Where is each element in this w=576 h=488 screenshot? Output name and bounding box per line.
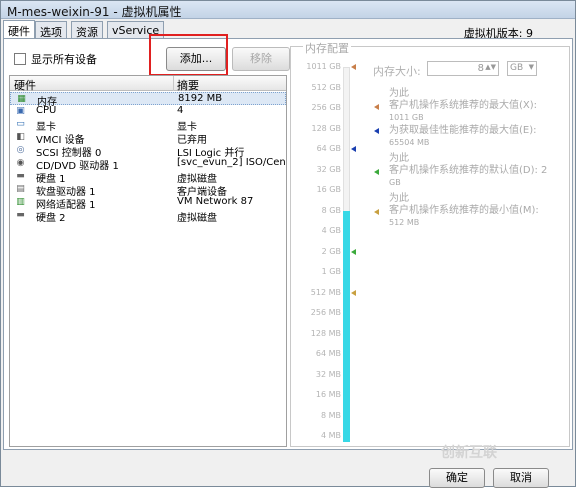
recommendation-legend-icon	[374, 169, 379, 175]
hardware-summary: 8192 MB	[178, 93, 223, 104]
watermark-logo: 创新互联	[441, 445, 497, 461]
recommendation-label: 客户机操作系统推荐的最大值(X):	[389, 100, 538, 111]
memory-icon: ▦	[17, 94, 26, 104]
hardware-name: 硬盘 2	[36, 213, 66, 224]
recommendation-value: 512 MB	[389, 218, 420, 227]
recommendation-label: 为获取最佳性能推荐的最大值(E):	[389, 125, 537, 136]
hardware-row[interactable]: ▥ 网络适配器 1 VM Network 87	[10, 196, 286, 211]
title-bar: M-mes-weixin-91 - 虚拟机属性	[1, 1, 575, 19]
recommendation-marker-icon	[351, 248, 356, 255]
hardware-row[interactable]: ▬ 硬盘 2 虚拟磁盘	[10, 209, 286, 224]
memory-size-label: 内存大小:	[373, 65, 421, 78]
scale-tick-label: 256 GB	[311, 103, 342, 112]
floppy-icon: ▤	[16, 184, 25, 194]
scale-tick-label: 4 MB	[320, 431, 341, 440]
recommendation-text: 为此 客户机操作系统推荐的最大值(X): 1011 GB	[389, 88, 537, 124]
memory-size-value: 8	[477, 63, 484, 74]
memory-slider-fill	[343, 210, 350, 442]
recommendation-prefix: 为此	[389, 88, 409, 99]
properties-window: M-mes-weixin-91 - 虚拟机属性 硬件 选项 资源 vServic…	[0, 0, 576, 488]
recommendation-value: GB	[389, 178, 401, 187]
scale-tick-label: 512 GB	[311, 82, 342, 92]
scale-tick-label: 128 GB	[311, 123, 342, 133]
scale-tick-label: 32 GB	[316, 164, 341, 174]
recommendation-label: 客户机操作系统推荐的最小值(M):	[389, 205, 539, 216]
recommendation-prefix: 为此	[389, 193, 409, 204]
column-hardware: 硬件	[14, 79, 36, 92]
scale-tick-label: 512 MB	[310, 287, 341, 297]
recommendation-marker-icon	[351, 146, 356, 152]
ok-button[interactable]: 确定	[429, 468, 485, 488]
hardware-name: CPU	[36, 105, 57, 116]
hardware-table: 硬件 摘要 ▦ 内存 8192 MB ▣ CPU 4 ▭ 显卡 显卡 ◧ VMCI 设备 已弃用 ◎ SC…	[9, 75, 287, 447]
scale-tick-label: 256 MB	[310, 308, 341, 317]
scsi-icon: ◎	[16, 145, 25, 155]
hardware-summary: 虚拟磁盘	[177, 213, 217, 224]
hardware-summary: 4	[177, 105, 184, 116]
recommendation-legend-icon	[374, 128, 379, 134]
scale-tick-label: 32 MB	[315, 369, 341, 379]
memory-unit-value: GB	[510, 63, 524, 73]
memory-size-spinner[interactable]: 8 ▲▼	[427, 61, 499, 76]
recommendation-label: 客户机操作系统推荐的默认值(D): 2	[389, 165, 548, 176]
scale-tick-label: 16 MB	[315, 390, 341, 399]
vmci-icon: ◧	[16, 132, 25, 142]
column-summary: 摘要	[177, 79, 199, 92]
network-icon: ▥	[16, 197, 25, 207]
hardware-row[interactable]: ▭ 显卡 显卡	[10, 118, 286, 133]
display-icon: ▭	[16, 119, 25, 129]
recommendation-marker-icon	[351, 289, 356, 296]
scale-tick-label: 1011 GB	[306, 62, 341, 71]
scale-tick-label: 128 MB	[310, 328, 341, 338]
hardware-row[interactable]: ▬ 硬盘 1 虚拟磁盘	[10, 170, 286, 185]
highlight-box	[149, 34, 228, 76]
hardware-row[interactable]: ▦ 内存 8192 MB	[10, 92, 286, 108]
cancel-button[interactable]: 取消	[493, 468, 549, 488]
hardware-row[interactable]: ◧ VMCI 设备 已弃用	[10, 131, 286, 146]
scale-tick-label: 64 MB	[315, 349, 341, 358]
cpu-icon: ▣	[16, 106, 25, 116]
disk-icon: ▬	[16, 210, 25, 220]
scale-tick-label: 4 GB	[321, 226, 341, 235]
recommendation-marker-icon	[351, 64, 356, 70]
scale-tick-label: 64 GB	[316, 144, 341, 153]
remove-button[interactable]: 移除	[232, 47, 290, 71]
tab-resources[interactable]: 资源	[71, 21, 103, 39]
recommendation-legend-icon	[374, 104, 379, 110]
memory-unit-select[interactable]: GB ▼	[507, 61, 537, 76]
show-all-devices-label: 显示所有设备	[31, 53, 97, 66]
chevron-down-icon: ▼	[528, 63, 534, 71]
hardware-row[interactable]: ▣ CPU 4	[10, 105, 286, 118]
recommendation-value: 1011 GB	[389, 113, 424, 122]
disk-icon: ▬	[16, 171, 25, 181]
memory-config-title: 内存配置	[303, 40, 351, 56]
scale-tick-label: 1 GB	[321, 267, 341, 276]
hardware-summary: [svc_evun_2] ISO/Cen...	[177, 157, 285, 168]
recommendation-prefix: 为此	[389, 153, 409, 164]
recommendation-value: 65504 MB	[389, 138, 430, 147]
hardware-row[interactable]: ◉ CD/DVD 驱动器 1 [svc_evun_2] ISO/Cen...	[10, 157, 286, 172]
show-all-devices-checkbox[interactable]	[14, 53, 26, 65]
hardware-row[interactable]: ▤ 软盘驱动器 1 客户端设备	[10, 183, 286, 198]
recommendation-text: 为此 客户机操作系统推荐的默认值(D): 2 GB	[389, 153, 547, 189]
scale-tick-label: 16 GB	[316, 185, 341, 194]
hardware-row[interactable]: ◎ SCSI 控制器 0 LSI Logic 并行	[10, 144, 286, 159]
tab-hardware[interactable]: 硬件	[3, 20, 35, 40]
recommendation-text: 为获取最佳性能推荐的最大值(E): 65504 MB	[389, 125, 537, 149]
hardware-summary: VM Network 87	[177, 196, 254, 207]
tab-options[interactable]: 选项	[35, 21, 67, 39]
hardware-table-header: 硬件 摘要	[10, 76, 286, 92]
spinner-arrows-icon[interactable]: ▲▼	[485, 63, 496, 71]
recommendation-text: 为此 客户机操作系统推荐的最小值(M): 512 MB	[389, 193, 539, 229]
scale-tick-label: 8 GB	[321, 205, 341, 215]
scale-tick-label: 8 MB	[320, 410, 341, 420]
window-title: M-mes-weixin-91 - 虚拟机属性	[7, 5, 182, 19]
cdrom-icon: ◉	[16, 158, 25, 168]
scale-tick-label: 2 GB	[321, 246, 341, 256]
recommendation-legend-icon	[374, 209, 379, 215]
